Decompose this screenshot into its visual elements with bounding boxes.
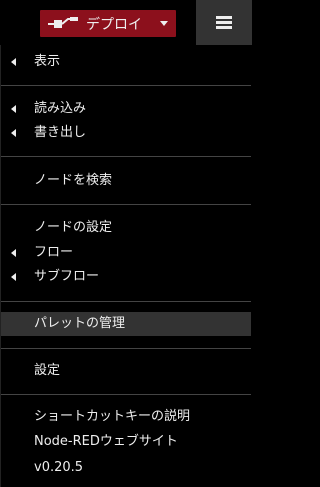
menu-item-import[interactable]: 読み込み bbox=[1, 97, 251, 121]
menu-item-label: ノードの設定 bbox=[34, 220, 113, 235]
main-menu-button[interactable] bbox=[196, 0, 252, 45]
menu-item-label: ノードを検索 bbox=[34, 173, 113, 188]
main-menu: 表示 読み込み 書き出し ノードを検索 ノードの設定 フロー サブフロー パレッ… bbox=[0, 45, 252, 487]
menu-item-palette[interactable]: パレットの管理 bbox=[1, 312, 251, 336]
menu-item-label: 読み込み bbox=[34, 101, 87, 116]
chevron-left-icon bbox=[11, 129, 16, 137]
menu-item-website[interactable]: Node-REDウェブサイト bbox=[1, 430, 251, 454]
hamburger-icon bbox=[216, 16, 232, 29]
menu-item-config-nodes[interactable]: ノードの設定 bbox=[1, 216, 251, 240]
version-label: v0.20.5 bbox=[34, 460, 84, 475]
menu-item-subflows[interactable]: サブフロー bbox=[1, 265, 251, 289]
chevron-down-icon[interactable] bbox=[160, 21, 168, 26]
header-bar: デプロイ bbox=[0, 0, 252, 45]
deploy-button[interactable]: デプロイ bbox=[40, 10, 176, 37]
menu-item-label: 設定 bbox=[34, 363, 61, 378]
menu-item-label: パレットの管理 bbox=[34, 316, 126, 331]
menu-item-version: v0.20.5 bbox=[1, 456, 251, 480]
menu-item-search[interactable]: ノードを検索 bbox=[1, 169, 251, 193]
menu-separator bbox=[1, 85, 251, 86]
chevron-left-icon bbox=[11, 249, 16, 257]
deploy-icon bbox=[48, 16, 78, 28]
menu-item-label: Node-REDウェブサイト bbox=[34, 434, 178, 449]
menu-item-flows[interactable]: フロー bbox=[1, 241, 251, 265]
menu-item-label: サブフロー bbox=[34, 269, 100, 284]
menu-item-label: 表示 bbox=[34, 54, 61, 69]
menu-item-settings[interactable]: 設定 bbox=[1, 359, 251, 383]
menu-separator bbox=[1, 301, 251, 302]
menu-item-label: 書き出し bbox=[34, 125, 87, 140]
menu-separator bbox=[1, 348, 251, 349]
chevron-left-icon bbox=[11, 105, 16, 113]
menu-separator bbox=[1, 394, 251, 395]
menu-item-label: フロー bbox=[34, 245, 74, 260]
chevron-left-icon bbox=[11, 58, 16, 66]
menu-separator bbox=[1, 204, 251, 205]
menu-item-shortcuts[interactable]: ショートカットキーの説明 bbox=[1, 405, 251, 429]
deploy-label: デプロイ bbox=[86, 16, 142, 33]
deploy-main[interactable]: デプロイ bbox=[40, 10, 142, 37]
menu-separator bbox=[1, 156, 251, 157]
menu-item-view[interactable]: 表示 bbox=[1, 50, 251, 74]
menu-item-label: ショートカットキーの説明 bbox=[34, 409, 191, 424]
menu-item-export[interactable]: 書き出し bbox=[1, 121, 251, 145]
chevron-left-icon bbox=[11, 273, 16, 281]
